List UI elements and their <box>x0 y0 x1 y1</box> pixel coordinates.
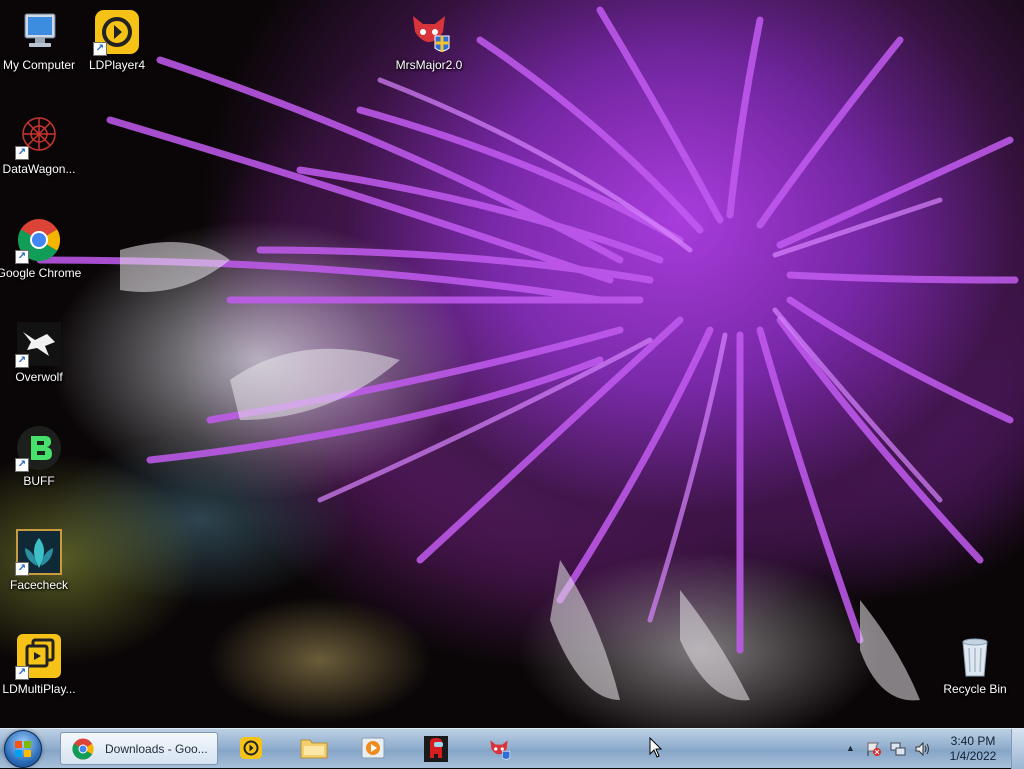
desktop[interactable]: My Computer ↗ LDPlayer4 MrsMajor2.0 ↗ Da… <box>0 0 1024 728</box>
show-desktop-button[interactable] <box>1011 729 1024 769</box>
shortcut-arrow-icon: ↗ <box>15 146 29 160</box>
taskbar-pin-explorer[interactable] <box>286 732 338 765</box>
action-center-flag-icon[interactable] <box>866 741 882 757</box>
desktop-icon-label: BUFF <box>23 474 55 488</box>
desktop-icon-label: LDPlayer4 <box>88 58 146 72</box>
taskbar-button-chrome-downloads[interactable]: Downloads - Goo... <box>60 732 218 765</box>
recycle-bin-icon <box>951 632 999 680</box>
shortcut-arrow-icon: ↗ <box>15 354 29 368</box>
folder-icon <box>300 739 328 759</box>
shortcut-arrow-icon: ↗ <box>15 458 29 472</box>
clock-time: 3:40 PM <box>950 734 996 748</box>
windows-logo-icon <box>15 741 31 757</box>
desktop-icon-google-chrome[interactable]: ↗ Google Chrome <box>0 216 84 281</box>
computer-icon <box>15 8 63 56</box>
shortcut-arrow-icon: ↗ <box>93 42 107 56</box>
mouse-cursor-icon <box>649 737 663 758</box>
desktop-icon-label: MrsMajor2.0 <box>395 58 463 72</box>
network-icon[interactable] <box>890 741 906 757</box>
desktop-icon-label: Facecheck <box>9 578 69 592</box>
shortcut-arrow-icon: ↗ <box>15 666 29 680</box>
volume-icon[interactable] <box>914 741 930 757</box>
desktop-icon-ldplayer4[interactable]: ↗ LDPlayer4 <box>72 8 162 73</box>
ldplayer-icon: ↗ <box>93 8 141 56</box>
media-player-icon <box>361 737 385 759</box>
taskbar-pin-among-us[interactable] <box>410 732 462 765</box>
desktop-icon-label: Overwolf <box>15 370 63 384</box>
taskbar-pin-mrsmajor[interactable] <box>472 732 524 765</box>
desktop-icon-datawagon[interactable]: ↗ DataWagon... <box>0 112 84 177</box>
shortcut-arrow-icon: ↗ <box>15 250 29 264</box>
desktop-icon-recycle-bin[interactable]: Recycle Bin <box>930 632 1020 697</box>
desktop-icon-label: DataWagon... <box>2 162 76 176</box>
mrsmajor-icon <box>405 8 453 56</box>
show-hidden-icons-button[interactable]: ▲ <box>846 743 855 753</box>
taskbar-pin-ldplayer[interactable] <box>225 732 277 765</box>
datawagon-icon: ↗ <box>15 112 63 160</box>
ldmultiplayer-icon: ↗ <box>15 632 63 680</box>
desktop-icon-label: Google Chrome <box>0 266 82 280</box>
desktop-icon-overwolf[interactable]: ↗ Overwolf <box>0 320 84 385</box>
shortcut-arrow-icon: ↗ <box>15 562 29 576</box>
among-us-icon <box>424 736 448 762</box>
start-button[interactable] <box>4 730 42 768</box>
taskbar-button-label: Downloads - Goo... <box>105 742 208 756</box>
desktop-icon-facecheck[interactable]: ↗ Facecheck <box>0 528 84 593</box>
desktop-icon-label: LDMultiPlay... <box>2 682 76 696</box>
clock-date: 1/4/2022 <box>949 749 997 763</box>
desktop-icon-label: Recycle Bin <box>943 682 1007 696</box>
wallpaper-image <box>36 6 1019 701</box>
buff-icon: ↗ <box>15 424 63 472</box>
chrome-icon: ↗ <box>15 216 63 264</box>
clock[interactable]: 3:40 PM 1/4/2022 <box>932 734 1014 764</box>
ldplayer-icon <box>240 737 262 759</box>
overwolf-icon: ↗ <box>15 320 63 368</box>
desktop-icon-mrsmajor[interactable]: MrsMajor2.0 <box>384 8 474 73</box>
desktop-icon-buff[interactable]: ↗ BUFF <box>0 424 84 489</box>
chrome-icon <box>72 738 94 760</box>
taskbar-pin-media-player[interactable] <box>347 732 399 765</box>
mrsmajor-icon <box>490 740 511 760</box>
facecheck-icon: ↗ <box>15 528 63 576</box>
desktop-icon-ldmultiplayer[interactable]: ↗ LDMultiPlay... <box>0 632 84 697</box>
taskbar: Downloads - Goo... ▲ 3:40 PM 1/4/2022 <box>0 728 1024 769</box>
